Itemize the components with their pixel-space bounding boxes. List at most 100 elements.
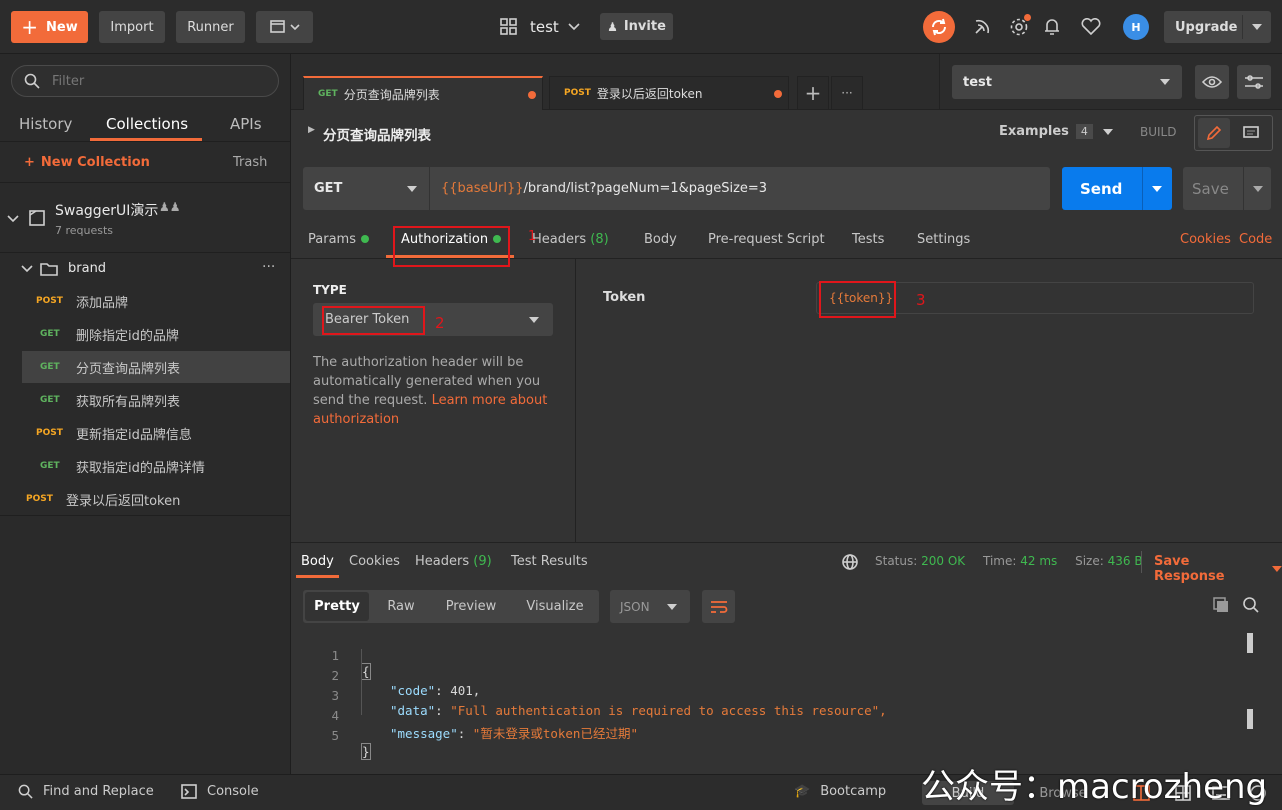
- filter-input[interactable]: Filter: [11, 65, 279, 97]
- send-button[interactable]: Send: [1062, 167, 1172, 210]
- import-button[interactable]: Import: [99, 11, 165, 43]
- invite-button[interactable]: ♟ Invite: [600, 13, 673, 40]
- size-value: 436 B: [1107, 554, 1143, 568]
- manage-environments-button[interactable]: [1237, 65, 1271, 99]
- documentation-mode-button[interactable]: [1235, 118, 1267, 148]
- token-label: Token: [603, 290, 646, 305]
- terminal-icon: [181, 784, 197, 799]
- request-tab-active[interactable]: GET 分页查询品牌列表: [303, 76, 543, 110]
- format-select[interactable]: JSON: [610, 590, 690, 623]
- json-key: "code": [390, 683, 436, 698]
- request-item[interactable]: POST 更新指定id品牌信息: [22, 417, 290, 449]
- find-replace-button[interactable]: Find and Replace: [18, 784, 154, 799]
- view-raw-button[interactable]: Raw: [375, 592, 427, 621]
- url-path: /brand/list?pageNum=1&pageSize=3: [523, 181, 768, 196]
- eye-icon: [1202, 76, 1222, 88]
- tab-pre-request-script[interactable]: Pre-request Script: [708, 232, 825, 247]
- examples-count: 4: [1075, 124, 1093, 139]
- caret-down-icon: [407, 186, 417, 192]
- bell-icon[interactable]: [1043, 17, 1061, 37]
- collapse-arrow-icon[interactable]: ▶: [308, 125, 315, 135]
- fold-guide: [361, 649, 362, 715]
- tab-response-body[interactable]: Body: [301, 554, 334, 569]
- vertical-scrollbar[interactable]: [1247, 633, 1253, 765]
- response-body-viewer[interactable]: 1 { 2 "code": 401, 3 "data": "Full authe…: [291, 633, 1282, 765]
- workspace-switcher[interactable]: test: [500, 14, 581, 40]
- method-badge: GET: [40, 461, 60, 471]
- console-button[interactable]: Console: [181, 784, 259, 799]
- new-button[interactable]: + New: [11, 11, 88, 43]
- plus-icon: +: [24, 155, 35, 170]
- environment-select[interactable]: test: [952, 65, 1182, 99]
- tab-response-cookies[interactable]: Cookies: [349, 554, 400, 569]
- url-input[interactable]: {{baseUrl}} /brand/list?pageNum=1&pageSi…: [430, 167, 1050, 210]
- request-label: 获取指定id的品牌详情: [76, 460, 205, 476]
- sync-button[interactable]: [923, 11, 955, 43]
- environment-name: test: [963, 74, 992, 90]
- collection-item[interactable]: SwaggerUI演示 ♟♟ 7 requests: [0, 184, 290, 250]
- request-item[interactable]: POST 登录以后返回token: [0, 483, 290, 515]
- environment-quick-look-button[interactable]: [1195, 65, 1229, 99]
- build-mode-button[interactable]: [1198, 118, 1230, 148]
- tab-body[interactable]: Body: [644, 232, 677, 247]
- tab-response-headers[interactable]: Headers (9): [415, 554, 492, 569]
- code-line: 5 }: [291, 713, 371, 760]
- more-options-icon[interactable]: ···: [262, 259, 275, 275]
- search-icon[interactable]: [1242, 596, 1260, 614]
- view-preview-button[interactable]: Preview: [437, 592, 505, 621]
- method-badge: POST: [564, 88, 591, 98]
- tab-test-results[interactable]: Test Results: [511, 554, 588, 569]
- cookies-link[interactable]: Cookies: [1180, 232, 1231, 247]
- annotation-number-2: 2: [435, 314, 445, 332]
- heart-icon[interactable]: [1081, 18, 1101, 36]
- wrap-lines-button[interactable]: [702, 590, 735, 623]
- tab-params[interactable]: Params: [308, 232, 369, 247]
- request-item[interactable]: GET 删除指定id的品牌: [22, 318, 290, 350]
- tab-tests[interactable]: Tests: [852, 232, 884, 247]
- save-response-button[interactable]: Save Response: [1154, 554, 1282, 584]
- request-tab[interactable]: POST 登录以后返回token: [549, 76, 789, 110]
- new-collection-button[interactable]: + New Collection: [24, 155, 150, 170]
- bootcamp-button[interactable]: 🎓 Bootcamp: [794, 784, 886, 799]
- folder-item[interactable]: brand ···: [0, 254, 290, 284]
- workspace-name: test: [530, 18, 559, 36]
- request-item[interactable]: GET 获取指定id的品牌详情: [22, 450, 290, 482]
- upgrade-button[interactable]: Upgrade: [1164, 11, 1271, 43]
- add-tab-button[interactable]: +: [797, 76, 829, 110]
- search-icon: [18, 784, 33, 799]
- globe-icon[interactable]: [842, 554, 858, 570]
- runner-button[interactable]: Runner: [176, 11, 245, 43]
- type-heading: TYPE: [313, 283, 347, 297]
- caret-down-icon: [1102, 128, 1113, 135]
- request-item-active[interactable]: GET 分页查询品牌列表: [22, 351, 290, 383]
- tab-headers[interactable]: Headers (8): [532, 232, 609, 247]
- satellite-icon[interactable]: [972, 17, 992, 37]
- annotation-box-authorization: [393, 226, 510, 267]
- method-badge: GET: [40, 362, 60, 372]
- examples-dropdown[interactable]: Examples 4: [999, 124, 1113, 139]
- tab-apis[interactable]: APIs: [230, 115, 262, 133]
- code-text: }: [361, 743, 371, 760]
- code-link[interactable]: Code: [1239, 232, 1272, 247]
- trash-button[interactable]: Trash: [233, 155, 267, 170]
- view-visualize-button[interactable]: Visualize: [517, 592, 593, 621]
- tab-history[interactable]: History: [19, 115, 72, 133]
- copy-icon[interactable]: [1212, 596, 1230, 614]
- request-label: 分页查询品牌列表: [76, 361, 181, 377]
- upgrade-label: Upgrade: [1175, 19, 1238, 35]
- more-tabs-button[interactable]: ···: [831, 76, 863, 110]
- request-item[interactable]: GET 获取所有品牌列表: [22, 384, 290, 416]
- search-icon: [24, 73, 40, 89]
- request-label: 添加品牌: [76, 295, 129, 311]
- save-button[interactable]: Save: [1183, 167, 1271, 210]
- chevron-down-icon: [7, 215, 19, 223]
- view-pretty-button[interactable]: Pretty: [305, 592, 369, 621]
- new-window-button[interactable]: [256, 11, 313, 43]
- sidebar: Filter History Collections APIs + New Col…: [0, 54, 291, 774]
- tab-settings[interactable]: Settings: [917, 232, 970, 247]
- tab-collections[interactable]: Collections: [106, 115, 188, 133]
- request-item[interactable]: POST 添加品牌: [22, 285, 290, 317]
- method-select[interactable]: GET: [303, 167, 429, 210]
- avatar[interactable]: H: [1123, 14, 1149, 40]
- console-label: Console: [207, 784, 259, 799]
